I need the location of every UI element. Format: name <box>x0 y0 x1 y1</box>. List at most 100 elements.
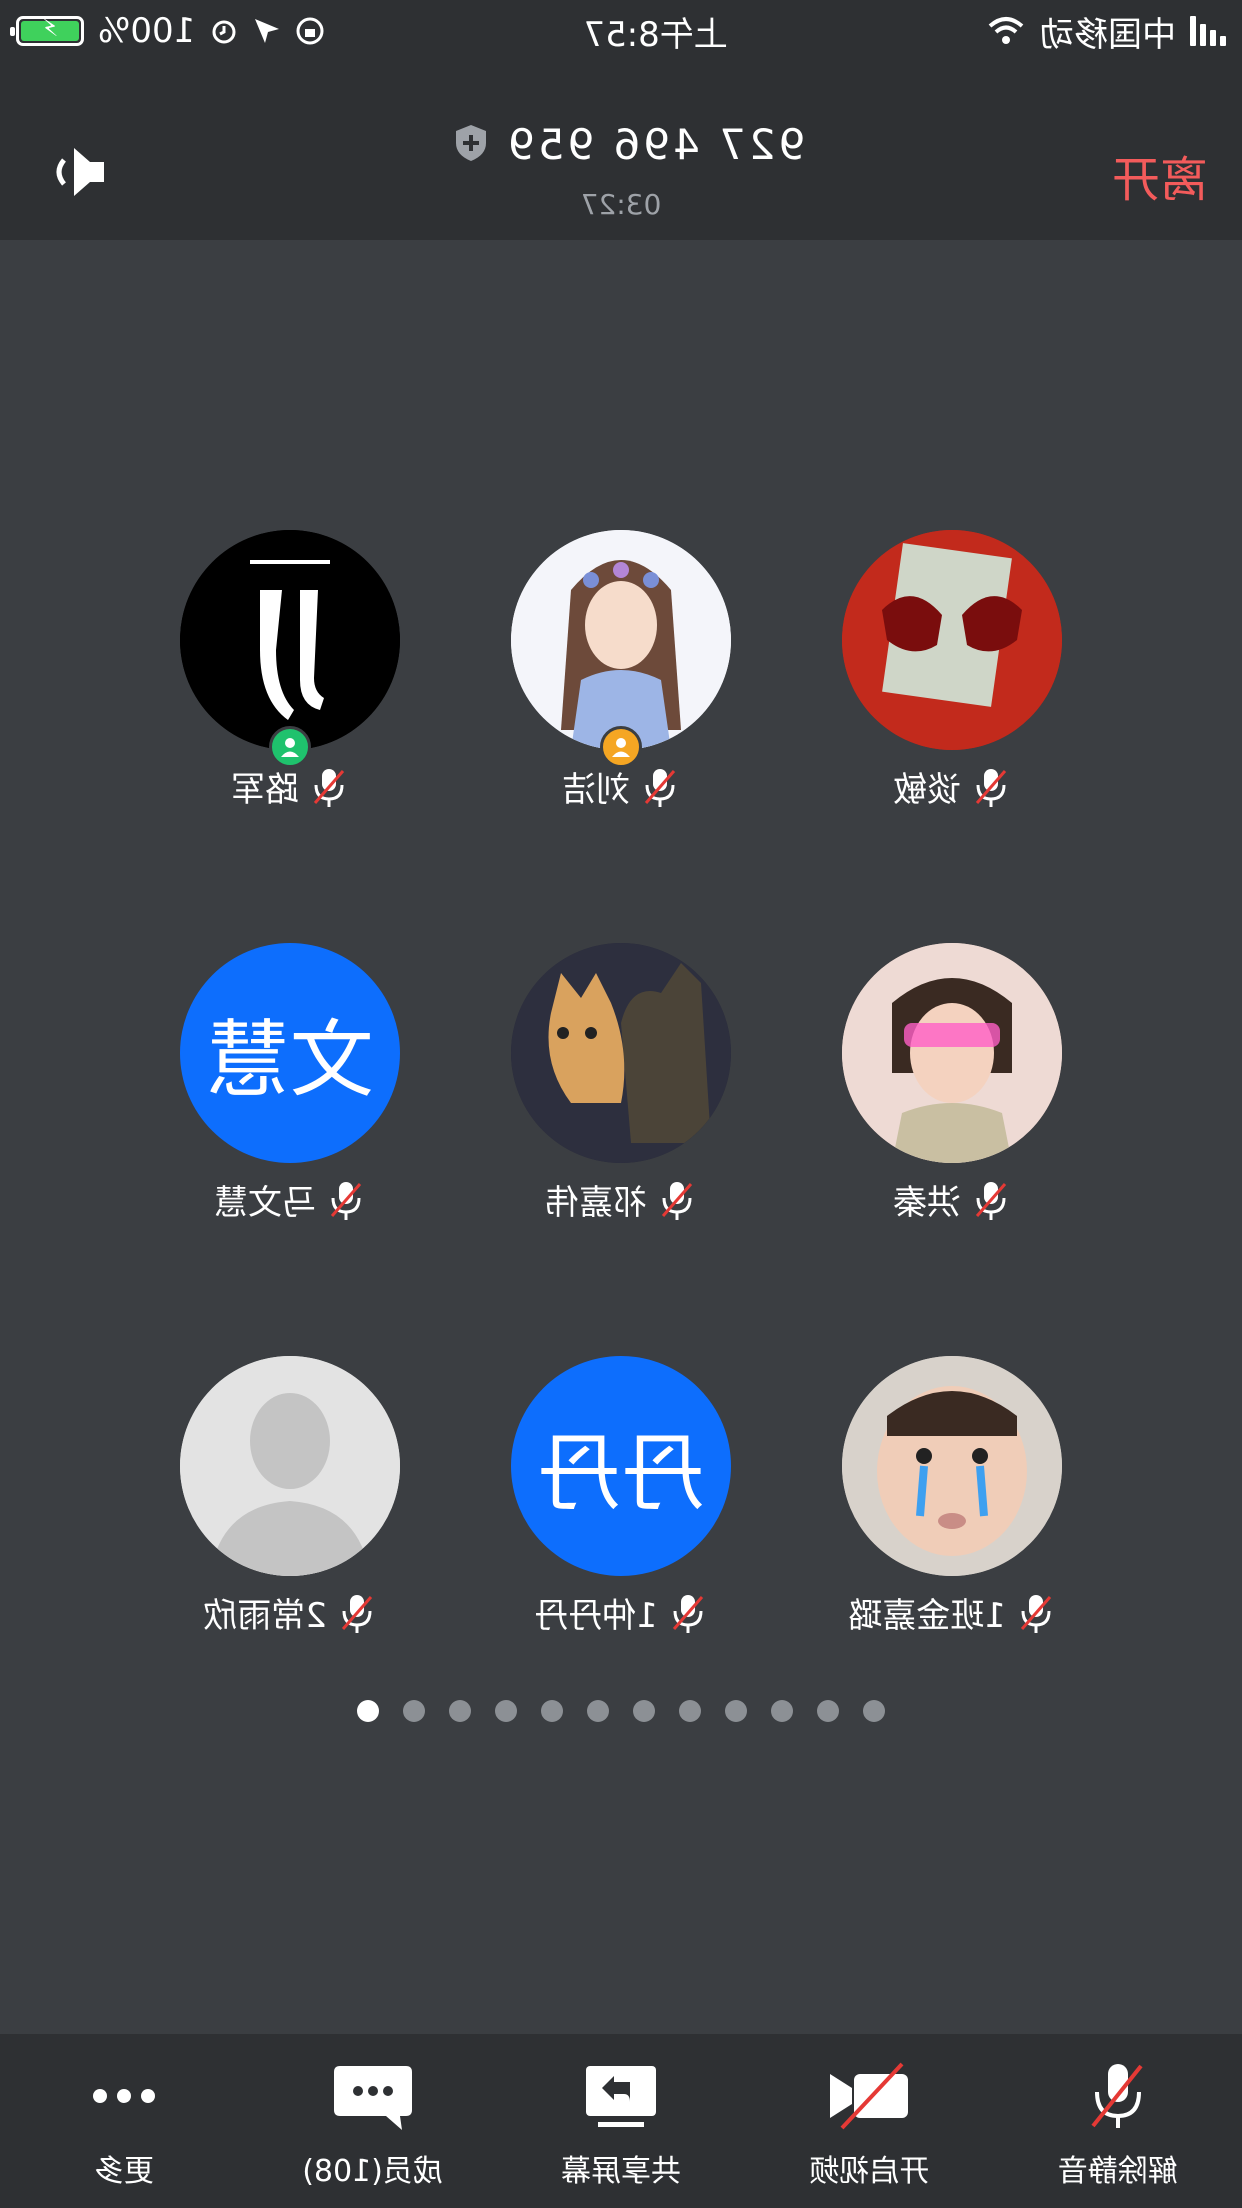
participant-name-row: 2常雨欣 <box>125 1588 455 1637</box>
default-person-icon <box>180 1356 400 1576</box>
participant-tile[interactable]: 洪秦 <box>787 943 1117 1243</box>
mic-muted-icon <box>661 1181 693 1220</box>
person-icon <box>612 738 630 757</box>
start-video-label: 开启视频 <box>809 2154 930 2189</box>
participant-name: 马文慧 <box>214 1183 316 1223</box>
page-dot[interactable] <box>541 1700 563 1722</box>
mic-muted-icon <box>313 768 345 807</box>
participant-name-row: 洪秦 <box>787 1175 1117 1224</box>
page-dot[interactable] <box>863 1700 885 1722</box>
meeting-timer: 03:27 <box>580 188 662 221</box>
participant-avatar <box>180 530 400 750</box>
page-dot[interactable] <box>403 1700 425 1722</box>
mic-muted-icon <box>672 1594 703 1633</box>
status-left: 中国移动 <box>986 7 1226 56</box>
participant-name-row: 1班金嘉璐 <box>787 1588 1117 1637</box>
participant-avatar: 文慧 <box>180 943 400 1163</box>
participant-name: 1班金嘉璐 <box>848 1596 1006 1636</box>
mic-muted-icon <box>644 768 676 807</box>
location-arrow-icon <box>255 19 280 43</box>
meeting-id-row[interactable]: 927 496 959 <box>0 120 1242 169</box>
participant-name: 刘洁 <box>562 770 630 810</box>
meeting-toolbar: 解除静音 开启视频 共享屏幕 成员(108) 更多 <box>0 2034 1242 2208</box>
signal-icon <box>1190 16 1226 46</box>
mic-muted-icon <box>1020 1594 1051 1633</box>
leave-button[interactable]: 离开 <box>1112 140 1208 210</box>
participant-name-row: 祁嘉伟 <box>456 1175 786 1224</box>
participant-name: 谈敏 <box>893 770 961 810</box>
share-screen-label: 共享屏幕 <box>560 2154 681 2189</box>
cat-photo-icon <box>511 943 731 1163</box>
page-dot[interactable] <box>587 1700 609 1722</box>
participant-tile[interactable]: 文慧 马文慧 <box>125 943 455 1243</box>
participant-tile[interactable]: 路军 <box>125 530 455 830</box>
participant-tile[interactable]: 谈敏 <box>787 530 1117 830</box>
members-label: 成员(108) <box>302 2154 443 2189</box>
camera-off-icon <box>830 2062 909 2130</box>
girl-photo-icon <box>842 943 1062 1163</box>
page-dot-active[interactable] <box>357 1700 379 1722</box>
participant-name: 1仲丹丹 <box>534 1596 658 1636</box>
participant-name: 祁嘉伟 <box>545 1183 647 1223</box>
crying-baby-photo-icon <box>842 1356 1062 1576</box>
person-icon <box>281 738 299 757</box>
participant-name-row: 路军 <box>125 762 455 811</box>
participant-avatar <box>511 943 731 1163</box>
more-dots-icon <box>93 2089 156 2103</box>
shield-icon <box>455 125 486 161</box>
alarm-icon <box>212 20 236 44</box>
carrier-label: 中国移动 <box>1040 14 1176 55</box>
unmute-button[interactable]: 解除静音 <box>994 2034 1242 2208</box>
red-glasses-photo-icon <box>842 530 1062 750</box>
meeting-header: 927 496 959 03:27 离开 <box>0 62 1242 240</box>
participant-tile[interactable]: 1班金嘉璐 <box>787 1356 1117 1656</box>
wifi-icon <box>988 17 1024 44</box>
participant-name-row: 1仲丹丹 <box>456 1588 786 1637</box>
page-dot[interactable] <box>633 1700 655 1722</box>
participant-avatar <box>511 530 731 750</box>
unmute-label: 解除静音 <box>1057 2154 1178 2189</box>
page-dot[interactable] <box>679 1700 701 1722</box>
participant-name: 路军 <box>231 770 299 810</box>
anime-girl-icon <box>511 530 731 750</box>
meeting-screen: 中国移动 上午8:57 100% ⚡ 927 496 959 03:27 离开 … <box>0 0 1242 2208</box>
participant-tile[interactable]: 2常雨欣 <box>125 1356 455 1656</box>
participant-tile[interactable]: 祁嘉伟 <box>456 943 786 1243</box>
mic-muted-icon <box>341 1594 372 1633</box>
battery-icon: ⚡ <box>16 14 84 46</box>
participant-avatar: 丹丹 <box>511 1356 731 1576</box>
members-button[interactable]: 成员(108) <box>248 2034 496 2208</box>
page-dot[interactable] <box>771 1700 793 1722</box>
mic-muted-icon <box>975 768 1007 807</box>
juventus-logo-icon <box>180 530 400 750</box>
mic-muted-icon <box>1091 2064 1143 2128</box>
avatar-initials: 丹丹 <box>511 1356 731 1576</box>
participant-name-row: 谈敏 <box>787 762 1117 811</box>
page-dot[interactable] <box>495 1700 517 1722</box>
status-bar: 中国移动 上午8:57 100% ⚡ <box>0 0 1242 62</box>
participant-name: 2常雨欣 <box>203 1596 327 1636</box>
meeting-id: 927 496 959 <box>505 120 806 169</box>
more-label: 更多 <box>94 2154 155 2189</box>
page-dot[interactable] <box>449 1700 471 1722</box>
participant-tile[interactable]: 丹丹 1仲丹丹 <box>456 1356 786 1656</box>
mic-muted-icon <box>975 1181 1007 1220</box>
page-indicator[interactable] <box>0 1700 1242 1722</box>
page-dot[interactable] <box>725 1700 747 1722</box>
share-screen-icon <box>585 2066 656 2127</box>
participant-tile[interactable]: 刘洁 <box>456 530 786 830</box>
chat-bubble-icon <box>333 2066 412 2130</box>
more-button[interactable]: 更多 <box>0 2034 248 2208</box>
clock: 上午8:57 <box>583 14 728 55</box>
participant-name: 洪秦 <box>893 1183 961 1223</box>
rotation-lock-icon <box>296 17 324 45</box>
status-right: 100% ⚡ <box>16 11 325 51</box>
participant-avatar <box>180 1356 400 1576</box>
participant-name-row: 马文慧 <box>125 1175 455 1224</box>
share-screen-button[interactable]: 共享屏幕 <box>497 2034 745 2208</box>
start-video-button[interactable]: 开启视频 <box>745 2034 993 2208</box>
battery-percent: 100% <box>98 11 196 51</box>
participant-avatar <box>842 943 1062 1163</box>
participant-avatar <box>842 1356 1062 1576</box>
page-dot[interactable] <box>817 1700 839 1722</box>
